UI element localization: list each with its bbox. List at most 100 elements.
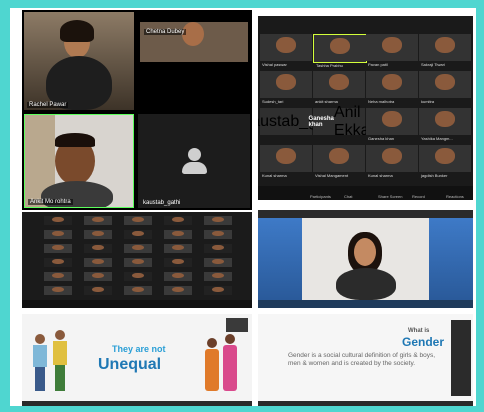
participant-tile[interactable]: Chetna Dubey (138, 12, 250, 110)
participant-tile[interactable] (84, 286, 112, 295)
participant-label: Ganesha khan (368, 136, 395, 141)
slide-heading: Unequal (98, 356, 162, 373)
participant-label: jagdish Bunker (421, 173, 448, 178)
participant-video (92, 273, 104, 279)
participant-tile[interactable]: Pavan patil (366, 34, 418, 67)
participant-tile[interactable] (204, 244, 232, 253)
participant-video (132, 287, 144, 293)
participant-tile[interactable] (84, 272, 112, 281)
participant-video (275, 74, 297, 91)
participant-tile[interactable] (124, 286, 152, 295)
screenshot-slide-gender: What is Gender Gender is a social cultur… (258, 314, 473, 406)
avatar-placeholder-icon (179, 148, 209, 178)
participant-video (381, 74, 403, 91)
screenshot-gallery-small (22, 212, 252, 308)
windows-taskbar (258, 300, 473, 308)
participant-video (92, 231, 104, 237)
participant-tile[interactable] (124, 216, 152, 225)
participant-label: kumitra (421, 99, 435, 104)
frame-right (476, 0, 484, 412)
participant-tile[interactable] (44, 286, 72, 295)
participant-tile[interactable]: jagdish Bunker (419, 145, 471, 178)
participant-tile[interactable]: Yashika Mangm... (419, 108, 471, 141)
toolbar-button[interactable]: Chat (344, 194, 352, 199)
participant-label: Tashha Prabhu (316, 63, 343, 68)
toolbar-button[interactable]: Share Screen (378, 194, 402, 199)
participant-tile[interactable] (124, 244, 152, 253)
participant-tile[interactable] (164, 216, 192, 225)
participant-tile[interactable] (164, 230, 192, 239)
speaker-face (354, 238, 376, 266)
participant-label: Kunal sharma (262, 173, 287, 178)
participant-tile[interactable] (204, 216, 232, 225)
participant-tile[interactable] (164, 272, 192, 281)
participant-video (52, 245, 64, 251)
participant-video (52, 259, 64, 265)
desktop-wallpaper (429, 218, 473, 300)
toolbar-button[interactable]: Reactions (446, 194, 464, 199)
participant-video (132, 231, 144, 237)
participant-tile[interactable] (44, 258, 72, 267)
participant-tile[interactable] (124, 272, 152, 281)
participant-label: Pavan patil (368, 62, 388, 67)
participant-tile[interactable]: Kunal sharma (260, 145, 312, 178)
participant-video (212, 273, 224, 279)
participant-video (328, 148, 350, 165)
participant-tile[interactable]: kaustab_gathi (138, 114, 250, 208)
participant-tile[interactable] (164, 286, 192, 295)
hair (55, 133, 95, 147)
speaker-video[interactable] (302, 218, 429, 300)
screenshot-video-call-4-tile: Rachel Pawar Chetna Dubey Ankit Mo rohtr… (22, 10, 252, 210)
participant-tile[interactable] (84, 258, 112, 267)
toolbar-button[interactable]: Record (412, 194, 425, 199)
participant-tile[interactable]: ankit sharma (313, 71, 365, 104)
window-titlebar (258, 210, 473, 218)
participant-tile[interactable] (204, 272, 232, 281)
participant-tile[interactable]: Ankit Mo rohtra (24, 114, 134, 208)
participant-label: Vishal Mangament (315, 173, 349, 178)
participant-video (52, 231, 64, 237)
participant-tile[interactable]: Kunal sharma (366, 145, 418, 178)
slide-heading: Gender (402, 335, 445, 349)
participant-name-tile[interactable]: Ganesha khan Anil Ekka (309, 104, 370, 139)
participant-tile[interactable] (164, 244, 192, 253)
participant-video (434, 74, 456, 91)
participant-name: Ganesha khan (308, 115, 334, 128)
participant-tile[interactable] (124, 230, 152, 239)
participant-video (328, 74, 350, 91)
participant-tile[interactable]: Sudesh_tari (260, 71, 312, 104)
participant-tile[interactable] (204, 286, 232, 295)
participant-video (212, 259, 224, 265)
screenshot-slide-unequal: They are not Unequal (22, 314, 252, 406)
participant-tile[interactable] (84, 216, 112, 225)
participant-tile[interactable]: Ganesha khan (366, 108, 418, 141)
participant-tile[interactable] (204, 230, 232, 239)
participant-tile[interactable]: Neha malhotra (366, 71, 418, 104)
participant-tile[interactable]: kumitra (419, 71, 471, 104)
participant-label: Sudesh_tari (262, 99, 284, 104)
participant-name-tile[interactable]: Anil Ekkakaustab_gathi (258, 108, 343, 135)
participant-tile[interactable] (44, 244, 72, 253)
participant-tile[interactable] (84, 230, 112, 239)
desktop-wallpaper (258, 218, 302, 300)
participant-tile[interactable] (44, 230, 72, 239)
participant-tile[interactable] (44, 216, 72, 225)
participant-tile[interactable] (204, 258, 232, 267)
toolbar-button[interactable]: Participants (310, 194, 331, 199)
participant-tile[interactable] (124, 258, 152, 267)
participant-tile[interactable] (84, 244, 112, 253)
participant-tile[interactable]: Rachel Pawar (24, 12, 134, 110)
participant-tile[interactable]: Sakraji Tiwari (419, 34, 471, 67)
participant-tile[interactable] (164, 258, 192, 267)
participant-tile[interactable]: Tashha Prabhu (313, 34, 367, 68)
participant-video (92, 259, 104, 265)
participant-tile[interactable] (44, 272, 72, 281)
participant-name: kaustab_gathi (143, 200, 181, 206)
participant-video (172, 217, 184, 223)
participant-tile[interactable]: Vishal Mangament (313, 145, 365, 178)
frame-top (0, 0, 484, 8)
participant-video (329, 38, 351, 55)
participant-tile[interactable]: Vishal paswar (260, 34, 312, 67)
slide-text: They are not (112, 344, 166, 354)
participant-video (434, 148, 456, 165)
